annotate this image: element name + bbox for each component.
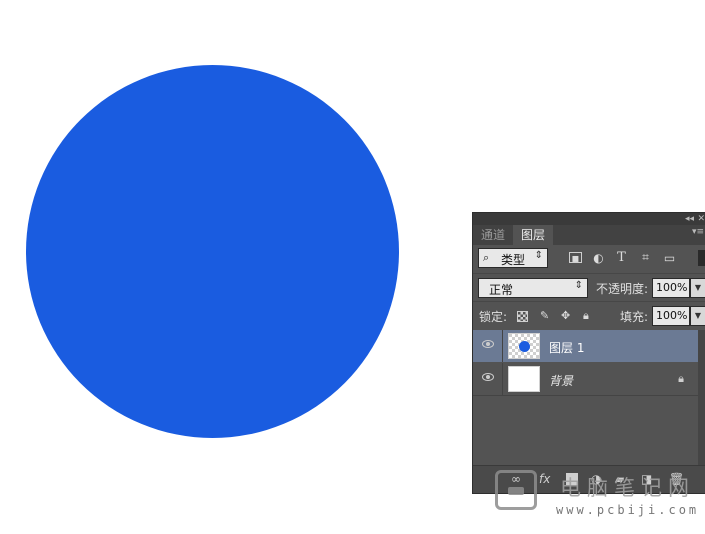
chevron-down-icon[interactable]: ▼ [690, 278, 705, 298]
layer-row-layer-1[interactable]: 图层 1 [473, 330, 698, 362]
panel-menu-icon[interactable]: ▾≡ [692, 227, 704, 237]
layer-name[interactable]: 图层 1 [549, 339, 584, 356]
fill-label: 填充: [620, 310, 649, 324]
fill-input[interactable]: 100% [652, 306, 690, 326]
opacity-input[interactable]: 100% [652, 278, 690, 298]
blend-mode-select[interactable]: 正常 ⇕ [478, 278, 588, 298]
filter-kind-label: 类型 [501, 253, 526, 267]
close-icon[interactable]: ✕ [697, 213, 705, 225]
tab-channels[interactable]: 通道 [473, 225, 513, 245]
filter-toggle-switch[interactable] [698, 250, 705, 266]
layer-thumbnail [508, 366, 540, 392]
layer-thumbnail [508, 333, 540, 359]
lock-all-icon[interactable]: 🔒︎ [583, 309, 589, 323]
updown-arrows-icon: ⇕ [534, 250, 543, 261]
lock-image-icon[interactable]: ✎ [540, 309, 549, 322]
chevron-down-icon[interactable]: ▼ [690, 306, 705, 326]
eye-icon[interactable] [482, 373, 494, 381]
tab-layers[interactable]: 图层 [513, 225, 554, 245]
eye-icon[interactable] [482, 340, 494, 348]
search-icon: ⌕ [483, 251, 490, 264]
layer-row-background[interactable]: 背景 🔒︎ [473, 363, 698, 396]
panel-tabs: 通道 图层 ▾≡ [473, 225, 705, 245]
lock-position-icon[interactable]: ✥ [561, 309, 570, 322]
watermark-title: 电脑笔记网 [560, 476, 695, 500]
blue-circle-shape [26, 65, 399, 438]
smart-object-filter-icon[interactable]: ▭ [663, 251, 676, 265]
layer-thumbnail-circle [519, 341, 530, 352]
blend-mode-label: 正常 [489, 283, 514, 297]
layer-name[interactable]: 背景 [549, 372, 573, 389]
lock-icon: 🔒︎ [678, 372, 684, 385]
opacity-label: 不透明度: [596, 282, 649, 296]
lock-label: 锁定: [479, 310, 508, 324]
fx-icon[interactable]: fx [539, 472, 550, 486]
adjustment-filter-icon[interactable]: ◐ [592, 251, 605, 265]
type-filter-icon[interactable]: T [615, 250, 628, 265]
updown-arrows-icon: ⇕ [574, 280, 583, 291]
blend-row: 正常 ⇕ 不透明度: 100% ▼ [473, 273, 705, 302]
image-filter-icon[interactable]: ▪ [569, 251, 582, 265]
shape-filter-icon[interactable]: ⌗ [639, 250, 652, 264]
filter-row: ⌕ 类型 ⇕ ▪ ◐ T ⌗ ▭ [473, 245, 705, 273]
watermark-logo-icon [495, 470, 537, 510]
panel-title-bar[interactable]: ◂◂ ✕ [473, 213, 705, 225]
lock-row: 锁定: ✎ ✥ 🔒︎ 填充: 100% ▼ [473, 301, 705, 331]
filter-kind-select[interactable]: ⌕ 类型 ⇕ [478, 248, 548, 268]
scrollbar[interactable] [698, 330, 705, 465]
watermark-url: www.pcbiji.com [556, 503, 700, 517]
lock-pixels-icon[interactable] [517, 311, 528, 322]
double-chevron-icon[interactable]: ◂◂ [685, 213, 694, 225]
layers-panel: ◂◂ ✕ 通道 图层 ▾≡ ⌕ 类型 ⇕ ▪ ◐ T ⌗ ▭ 正常 ⇕ 不透明度… [472, 212, 705, 494]
